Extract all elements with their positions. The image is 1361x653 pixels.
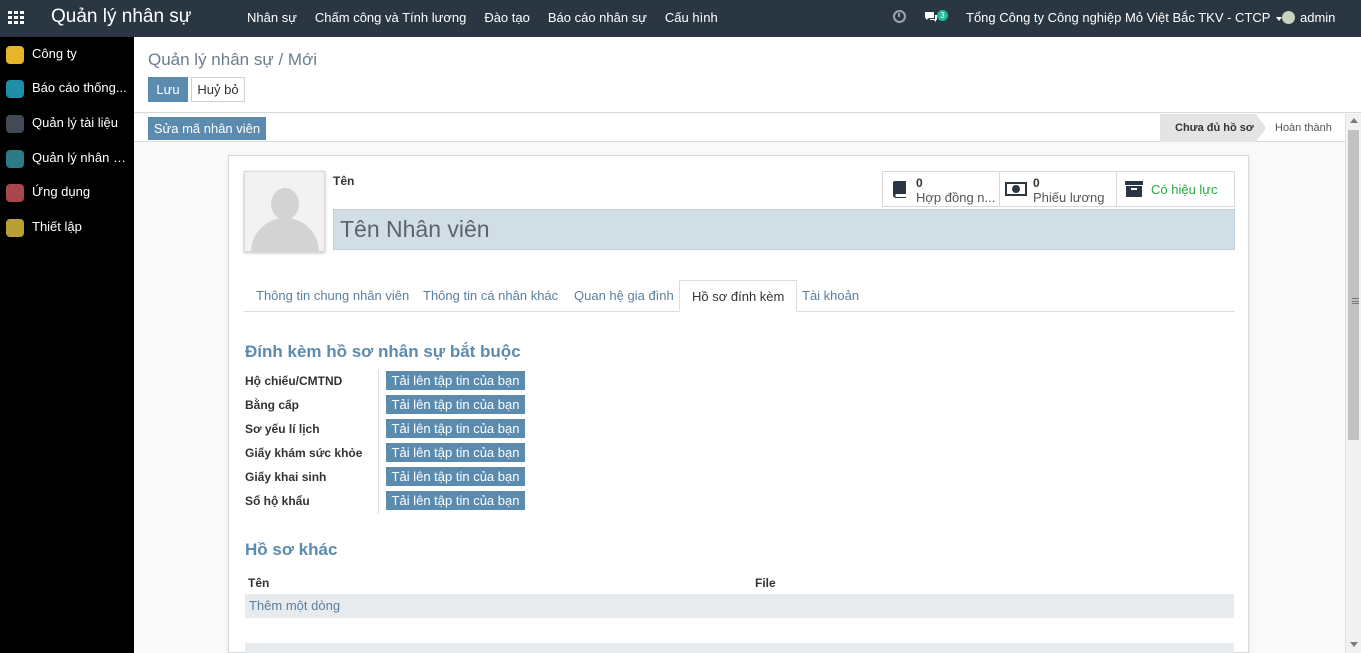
document-icon	[6, 115, 24, 133]
activity-clock-icon[interactable]	[893, 10, 906, 23]
control-panel: Quản lý nhân sự / Mới Lưu Huỷ bỏ	[134, 37, 1361, 113]
name-label: Tên	[333, 174, 355, 188]
column-header-file[interactable]: File	[755, 576, 776, 590]
active-toggle-button[interactable]: Có hiệu lực	[1116, 171, 1235, 207]
book-icon	[893, 181, 906, 198]
stage-next[interactable]: Hoàn thành	[1271, 114, 1341, 142]
doc-label-passport: Hộ chiếu/CMTND	[245, 374, 343, 388]
employee-photo[interactable]	[244, 171, 325, 252]
archive-icon	[1125, 181, 1143, 197]
chat-icon[interactable]	[924, 11, 938, 27]
doc-label-household: Sổ hộ khẩu	[245, 494, 310, 508]
contracts-count: 0	[916, 176, 923, 190]
people-icon	[6, 150, 24, 168]
sidebar-item-ung-dung[interactable]: Ứng dụng	[0, 175, 134, 209]
doc-label-health: Giấy khám sức khỏe	[245, 446, 363, 460]
app-title: Quản lý nhân sự	[51, 6, 192, 27]
upload-birth-button[interactable]: Tải lên tập tin của bạn	[386, 467, 525, 486]
add-line-link[interactable]: Thêm một dòng	[245, 594, 1234, 618]
edit-employee-code-button[interactable]: Sửa mã nhân viên	[148, 117, 266, 140]
menu-item-bao-cao[interactable]: Báo cáo nhân sự	[548, 10, 647, 25]
building-icon	[6, 46, 24, 64]
sidebar-item-label: Thiết lập	[32, 219, 82, 234]
status-bar: Sửa mã nhân viên Chưa đủ hồ sơ Hoàn thàn…	[134, 114, 1345, 142]
sidebar: Công ty Báo cáo thống... Quản lý tài liệ…	[0, 37, 134, 653]
payslips-label: Phiếu lương	[1033, 190, 1105, 205]
money-icon	[1005, 182, 1027, 196]
payslips-smart-button[interactable]: 0 Phiếu lương	[999, 171, 1117, 207]
avatar-placeholder-body	[251, 218, 319, 251]
main-menu: Nhân sự Chấm công và Tính lương Đào tạo …	[247, 10, 736, 25]
sidebar-item-label: Công ty	[32, 46, 77, 61]
doc-label-birth: Giấy khai sinh	[245, 470, 327, 484]
other-documents-title: Hồ sơ khác	[245, 540, 338, 559]
menu-item-dao-tao[interactable]: Đào tạo	[484, 10, 530, 25]
tab-attachments[interactable]: Hồ sơ đính kèm	[679, 280, 798, 312]
sidebar-item-bao-cao[interactable]: Báo cáo thống...	[0, 71, 134, 105]
tab-personal-info[interactable]: Thông tin cá nhân khác	[411, 280, 570, 312]
upload-resume-button[interactable]: Tải lên tập tin của bạn	[386, 419, 525, 438]
company-name: Tổng Công ty Công nghiệp Mỏ Việt Bắc TKV…	[966, 10, 1271, 25]
upload-passport-button[interactable]: Tải lên tập tin của bạn	[386, 371, 525, 390]
scroll-up-arrow-icon[interactable]	[1350, 118, 1358, 123]
chat-count-badge: 3	[937, 10, 948, 21]
sidebar-item-thiet-lap[interactable]: Thiết lập	[0, 210, 134, 244]
scroll-down-arrow-icon[interactable]	[1350, 642, 1358, 647]
form-sheet: Tên Tên Nhân viên 0 Hợp đồng n... 0 Phiế…	[228, 155, 1249, 653]
contracts-label: Hợp đồng n...	[916, 190, 996, 205]
sidebar-item-nhan-su[interactable]: Quản lý nhân sự	[0, 141, 134, 175]
upload-household-button[interactable]: Tải lên tập tin của bạn	[386, 491, 525, 510]
stage-current[interactable]: Chưa đủ hồ sơ	[1160, 114, 1266, 142]
form-tabs: Thông tin chung nhân viên Thông tin cá n…	[244, 280, 1235, 312]
employee-name-field[interactable]: Tên Nhân viên	[333, 209, 1235, 250]
gear-icon	[6, 219, 24, 237]
avatar-placeholder-icon	[271, 188, 299, 220]
doc-label-resume: Sơ yếu lí lịch	[245, 422, 320, 436]
sidebar-item-label: Quản lý nhân sự	[32, 150, 128, 165]
sidebar-item-label: Báo cáo thống...	[32, 80, 127, 95]
table-footer	[245, 643, 1234, 653]
tab-general-info[interactable]: Thông tin chung nhân viên	[244, 280, 421, 312]
main-content: Quản lý nhân sự / Mới Lưu Huỷ bỏ Sửa mã …	[134, 37, 1361, 653]
sidebar-item-label: Quản lý tài liệu	[32, 115, 118, 130]
tab-family[interactable]: Quan hệ gia đình	[562, 280, 686, 312]
company-switcher[interactable]: Tổng Công ty Công nghiệp Mỏ Việt Bắc TKV…	[966, 10, 1283, 25]
apps-icon	[6, 184, 24, 202]
scrollbar-grip-icon	[1352, 298, 1359, 304]
tab-accounts[interactable]: Tài khoản	[790, 280, 871, 312]
user-menu[interactable]: admin	[1282, 10, 1335, 25]
scrollbar[interactable]	[1345, 114, 1361, 653]
user-name: admin	[1300, 10, 1336, 25]
column-header-name[interactable]: Tên	[248, 576, 269, 590]
required-attachments-title: Đính kèm hồ sơ nhân sự bắt buộc	[245, 342, 521, 361]
menu-item-cham-cong[interactable]: Chấm công và Tính lương	[315, 10, 466, 25]
top-navbar: Quản lý nhân sự Nhân sự Chấm công và Tín…	[0, 0, 1361, 37]
contracts-smart-button[interactable]: 0 Hợp đồng n...	[882, 171, 1000, 207]
menu-item-cau-hinh[interactable]: Cấu hình	[665, 10, 718, 25]
upload-degree-button[interactable]: Tải lên tập tin của bạn	[386, 395, 525, 414]
doc-label-degree: Bằng cấp	[245, 398, 300, 412]
avatar	[1282, 11, 1295, 24]
upload-health-button[interactable]: Tải lên tập tin của bạn	[386, 443, 525, 462]
save-button[interactable]: Lưu	[148, 77, 188, 102]
cancel-button[interactable]: Huỷ bỏ	[191, 77, 245, 102]
active-status-label: Có hiệu lực	[1151, 182, 1218, 197]
sidebar-item-tai-lieu[interactable]: Quản lý tài liệu	[0, 106, 134, 140]
divider	[378, 370, 379, 514]
chart-icon	[6, 80, 24, 98]
breadcrumb[interactable]: Quản lý nhân sự / Mới	[148, 50, 317, 70]
scrollbar-thumb[interactable]	[1348, 130, 1359, 440]
sidebar-item-cong-ty[interactable]: Công ty	[0, 37, 134, 71]
payslips-count: 0	[1033, 176, 1040, 190]
apps-grid-icon[interactable]	[8, 11, 24, 25]
menu-item-nhan-su[interactable]: Nhân sự	[247, 10, 297, 25]
sidebar-item-label: Ứng dụng	[32, 184, 91, 199]
